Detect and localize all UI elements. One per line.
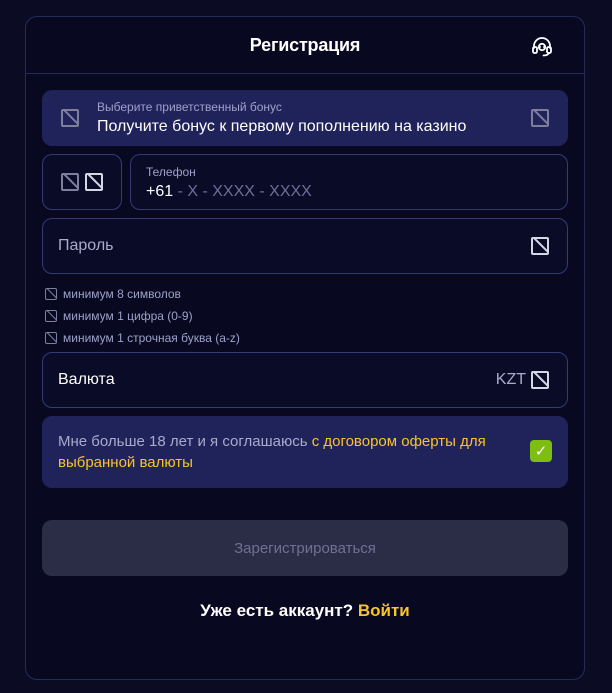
chevron-down-icon [531,109,549,127]
login-prompt: Уже есть аккаунт? Войти [26,601,584,621]
phone-input[interactable]: Телефон +61 - X - XXXX - XXXX [130,154,568,210]
phone-mask: - X - XXXX - XXXX [173,183,312,200]
login-link[interactable]: Войти [358,601,410,620]
rule-status-icon [45,332,57,344]
phone-prefix: +61 [146,183,174,200]
check-icon: ✓ [534,443,548,460]
register-button[interactable]: Зарегистрироваться [42,520,568,576]
currency-selector[interactable]: Валюта KZT [42,352,568,408]
password-rule: минимум 8 символов [45,283,240,305]
password-input[interactable]: Пароль [42,218,568,274]
eye-icon[interactable] [531,237,549,255]
chevron-down-icon [531,371,549,389]
rule-text: минимум 1 цифра (0-9) [63,309,193,323]
bonus-value: Получите бонус к первому пополнению на к… [97,118,467,135]
age-consent: Мне больше 18 лет и я соглашаюсь с догов… [42,416,568,488]
support-button[interactable] [530,34,554,58]
rule-status-icon [45,288,57,300]
rule-status-icon [45,310,57,322]
password-rules: минимум 8 символов минимум 1 цифра (0-9)… [45,283,240,349]
phone-value: +61 - X - XXXX - XXXX [146,183,312,201]
login-prompt-text: Уже есть аккаунт? [200,601,358,620]
headset-icon [532,37,552,57]
chevron-down-icon [85,173,103,191]
bonus-label: Выберите приветственный бонус [97,100,282,114]
password-rule: минимум 1 цифра (0-9) [45,305,240,327]
gift-icon [61,109,79,127]
consent-text: Мне больше 18 лет и я соглашаюсь с догов… [58,431,508,473]
phone-label: Телефон [146,165,196,179]
country-code-selector[interactable] [42,154,122,210]
modal-header: Регистрация [26,17,584,74]
bonus-selector[interactable]: Выберите приветственный бонус Получите б… [42,90,568,146]
consent-statement: Мне больше 18 лет и я соглашаюсь [58,433,312,450]
currency-value: KZT [495,371,526,388]
password-placeholder: Пароль [58,237,114,254]
consent-checkbox[interactable]: ✓ [530,440,552,462]
modal-title: Регистрация [249,34,361,55]
country-flag-icon [61,173,79,191]
rule-text: минимум 1 строчная буква (a-z) [63,331,240,345]
password-rule: минимум 1 строчная буква (a-z) [45,327,240,349]
currency-label: Валюта [58,371,115,388]
registration-modal: Регистрация Выберите приветственный бону… [25,16,585,680]
rule-text: минимум 8 символов [63,287,181,301]
